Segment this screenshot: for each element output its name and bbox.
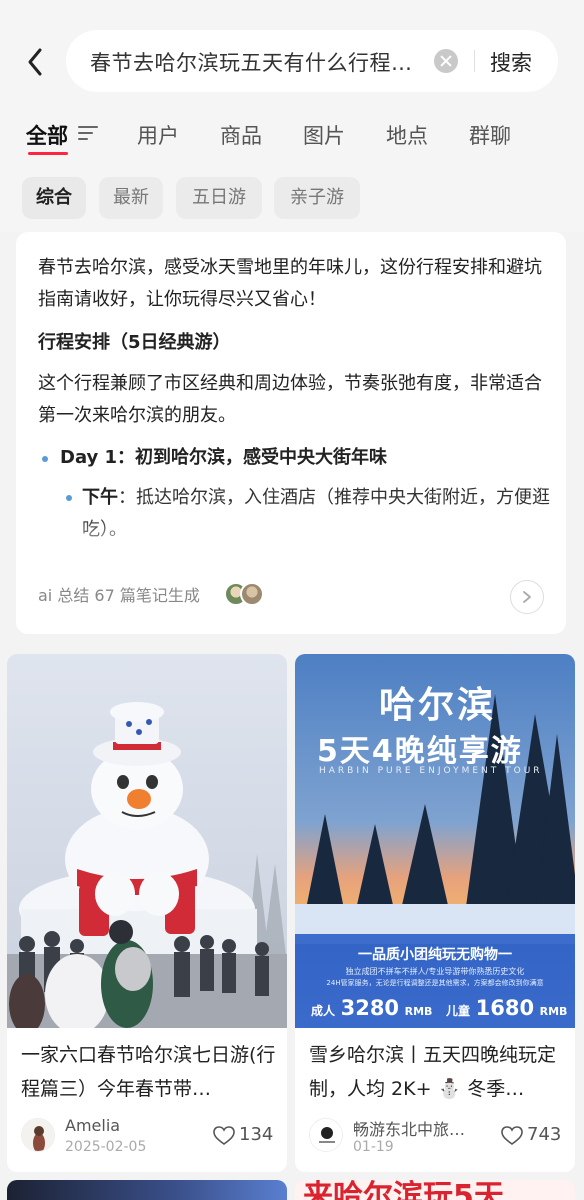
ai-summary-day1-time: 下午 bbox=[82, 487, 118, 508]
search-input[interactable]: 春节去哈尔滨玩五天有什么行程… bbox=[90, 47, 413, 77]
search-button[interactable]: 搜索 bbox=[490, 47, 532, 77]
heart-icon bbox=[501, 1126, 523, 1145]
ai-summary-intro: 春节去哈尔滨，感受冰天雪地里的年味儿，这份行程安排和避坑指南请收好，让你玩得尽兴… bbox=[38, 257, 542, 310]
avatar[interactable] bbox=[309, 1118, 343, 1152]
cover-title: 哈尔滨 bbox=[379, 685, 497, 726]
tab-users[interactable]: 用户 bbox=[137, 120, 179, 150]
cover-prices: 成人 3280 RMB 儿童 1680 RMB bbox=[311, 996, 571, 1020]
tab-products[interactable]: 商品 bbox=[220, 120, 262, 150]
like-count: 134 bbox=[239, 1124, 274, 1145]
note-card-partial[interactable] bbox=[7, 1180, 287, 1200]
chip-comprehensive[interactable]: 综合 bbox=[22, 177, 86, 219]
clear-icon[interactable] bbox=[434, 49, 458, 73]
note-cover-image[interactable] bbox=[7, 654, 287, 1028]
adult-price: 3280 bbox=[340, 996, 400, 1020]
ai-summary-heading: 行程安排（5日经典游） bbox=[38, 332, 231, 353]
chevron-right-icon bbox=[523, 591, 531, 603]
tab-places[interactable]: 地点 bbox=[386, 120, 428, 150]
category-tabs: 全部 用户 商品 图片 地点 群聊 bbox=[0, 112, 584, 164]
note-card-partial[interactable]: 来哈尔滨玩5天 bbox=[295, 1180, 575, 1200]
avatar[interactable] bbox=[21, 1118, 55, 1152]
source-avatars bbox=[224, 582, 268, 608]
divider bbox=[474, 50, 475, 72]
back-arrow-icon[interactable] bbox=[22, 44, 50, 80]
active-tab-indicator bbox=[28, 152, 68, 155]
ai-summary-footer: ai 总结 67 篇笔记生成 bbox=[38, 586, 200, 605]
child-price: 1680 bbox=[475, 996, 535, 1020]
note-title[interactable]: 一家六口春节哈尔滨七日游(行程篇三）今年春节带… bbox=[21, 1038, 277, 1106]
expand-button[interactable] bbox=[510, 580, 544, 614]
like-count: 743 bbox=[527, 1124, 562, 1145]
child-label: 儿童 bbox=[446, 1004, 471, 1018]
chip-latest[interactable]: 最新 bbox=[99, 177, 163, 219]
chip-five-day-tour[interactable]: 五日游 bbox=[176, 177, 262, 219]
tab-group-chats[interactable]: 群聊 bbox=[469, 120, 511, 150]
chip-family-tour[interactable]: 亲子游 bbox=[274, 177, 360, 219]
filter-chips: 综合 最新 五日游 亲子游 bbox=[0, 164, 584, 232]
ai-summary-description: 这个行程兼顾了市区经典和周边体验，节奏张弛有度，非常适合第一次来哈尔滨的朋友。 bbox=[38, 373, 542, 426]
tab-all[interactable]: 全部 bbox=[26, 120, 68, 150]
note-title[interactable]: 雪乡哈尔滨丨五天四晚纯玩定制，人均 2K+ ⛄ 冬季… bbox=[309, 1038, 565, 1106]
cover-banner: 一品质小团纯玩无购物一 bbox=[358, 947, 512, 963]
note-date: 01-19 bbox=[353, 1139, 394, 1155]
cover-english: HARBIN PURE ENJOYMENT TOUR bbox=[319, 766, 543, 776]
avatar bbox=[240, 582, 264, 606]
note-date: 2025-02-05 bbox=[65, 1139, 147, 1155]
note-author[interactable]: 畅游东北中旅… bbox=[353, 1116, 465, 1140]
ai-summary-card[interactable]: 春节去哈尔滨，感受冰天雪地里的年味儿，这份行程安排和避坑指南请收好，让你玩得尽兴… bbox=[16, 232, 566, 634]
note-author[interactable]: Amelia bbox=[65, 1116, 120, 1135]
currency: RMB bbox=[539, 1005, 568, 1018]
ai-summary-day1: Day 1：初到哈尔滨，感受中央大街年味 bbox=[60, 447, 388, 468]
cover-detail: 独立成团不拼车不拼人/专业导游带你熟悉历史文化 bbox=[345, 967, 525, 976]
filter-icon[interactable] bbox=[78, 125, 98, 141]
note-cover-image[interactable]: 哈尔滨 5天4晚纯享游 HARBIN PURE ENJOYMENT TOUR 一… bbox=[295, 654, 575, 1028]
cover-subtitle: 5天4晚纯享游 bbox=[317, 734, 523, 769]
adult-label: 成人 bbox=[311, 1004, 336, 1018]
currency: RMB bbox=[404, 1005, 433, 1018]
note-card[interactable]: 哈尔滨 5天4晚纯享游 HARBIN PURE ENJOYMENT TOUR 一… bbox=[295, 654, 575, 1172]
partial-cover-title: 来哈尔滨玩5天 bbox=[303, 1180, 504, 1200]
tab-images[interactable]: 图片 bbox=[303, 120, 345, 150]
content-fade bbox=[16, 518, 566, 558]
heart-icon bbox=[213, 1126, 235, 1145]
bullet-dot bbox=[42, 456, 48, 462]
note-card[interactable]: 一家六口春节哈尔滨七日游(行程篇三）今年春节带… Amelia 2025-02-… bbox=[7, 654, 287, 1172]
cover-detail: 24H管家服务，无论是行程调整还是其他需求，方案都会修改到你满意 bbox=[326, 979, 544, 987]
bullet-dot bbox=[66, 495, 72, 501]
top-bar: 春节去哈尔滨玩五天有什么行程… 搜索 bbox=[0, 0, 584, 112]
search-box[interactable]: 春节去哈尔滨玩五天有什么行程… 搜索 bbox=[66, 30, 558, 92]
